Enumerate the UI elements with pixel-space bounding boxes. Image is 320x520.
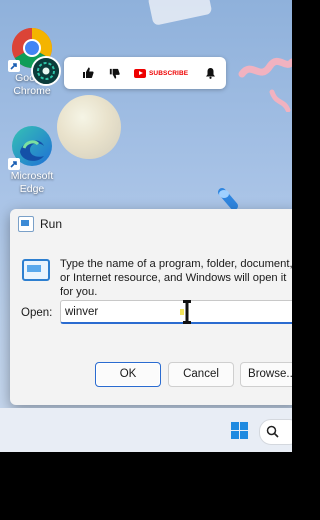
text-cursor-icon — [180, 300, 191, 324]
desktop-icon-label: Microsoft — [10, 170, 54, 182]
run-dialog-title: Run — [40, 217, 63, 231]
open-input[interactable]: winver — [60, 300, 292, 324]
wallpaper-shape — [147, 0, 213, 26]
shortcut-arrow-icon — [8, 60, 20, 72]
shortcut-arrow-icon — [8, 158, 20, 170]
browse-button[interactable]: Browse... — [240, 362, 292, 387]
desktop: Google Chrome Microsoft Edge — [0, 0, 292, 452]
wallpaper-tube — [218, 188, 238, 210]
run-app-icon — [18, 216, 34, 232]
like-icon[interactable] — [78, 63, 98, 83]
subscribe-button[interactable]: SUBSCRIBE — [134, 68, 189, 78]
desktop-icon-label: Chrome — [13, 85, 51, 97]
search-icon — [266, 425, 279, 438]
windows-start-icon[interactable] — [231, 422, 248, 439]
letterbox-bottom — [0, 452, 292, 520]
subscribe-banner: SUBSCRIBE — [64, 57, 226, 89]
taskbar-search[interactable] — [259, 419, 292, 445]
youtube-icon — [134, 68, 146, 78]
bell-icon[interactable] — [200, 63, 220, 83]
channel-avatar — [31, 56, 61, 86]
edge-icon — [8, 124, 54, 170]
desktop-icon-edge[interactable]: Microsoft Edge — [0, 124, 64, 196]
dislike-icon[interactable] — [104, 63, 124, 83]
wallpaper-orb — [57, 95, 121, 159]
ok-button[interactable]: OK — [95, 362, 161, 387]
run-dialog: Run Type the name of a program, folder, … — [10, 209, 292, 405]
desktop-icon-label: Edge — [19, 183, 45, 195]
run-program-icon — [22, 259, 50, 281]
subscribe-label: SUBSCRIBE — [149, 69, 189, 77]
cancel-button[interactable]: Cancel — [168, 362, 234, 387]
taskbar — [0, 408, 292, 452]
run-dialog-titlebar[interactable]: Run — [18, 216, 62, 232]
run-description: Type the name of a program, folder, docu… — [60, 258, 292, 298]
wallpaper-squiggle — [238, 57, 292, 112]
open-label: Open: — [21, 307, 53, 319]
